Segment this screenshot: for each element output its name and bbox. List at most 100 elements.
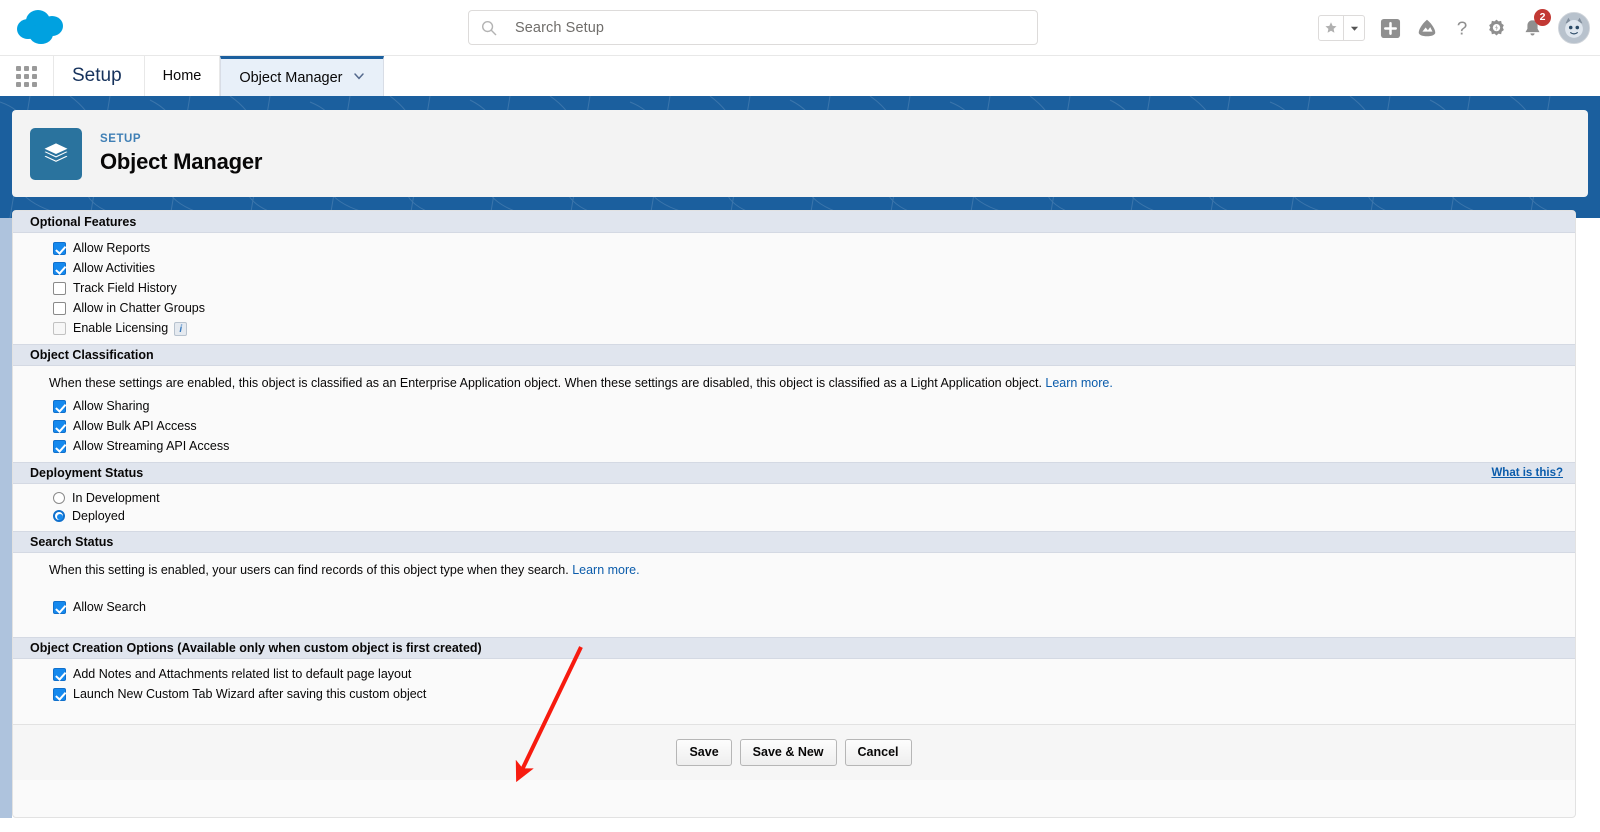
save-and-new-button[interactable]: Save & New [739,739,837,767]
checkbox-allow-reports[interactable] [53,241,66,255]
checkbox-label-allow-bulk-api-access: Allow Bulk API Access [73,419,197,434]
section-header-object-creation-options: Object Creation Options (Available only … [13,637,1575,660]
radio-in-development[interactable] [53,492,65,505]
cancel-button[interactable]: Cancel [844,739,912,767]
checkbox-label-launch-new-custom-tab-wizard: Launch New Custom Tab Wizard after savin… [73,687,427,702]
checkbox-label-allow-activities: Allow Activities [73,261,155,275]
checkbox-allow-bulk-api-access[interactable] [53,419,66,433]
checkbox-allow-sharing[interactable] [53,399,66,413]
section-title-search-status: Search Status [30,535,114,550]
checkbox-label-allow-search: Allow Search [73,600,146,615]
checkbox-track-field-history[interactable] [53,281,66,295]
checkbox-allow-search[interactable] [53,600,66,614]
left-background-strip [0,218,12,832]
checkbox-label-track-field-history: Track Field History [73,281,177,295]
page-title: Object Manager [100,148,263,174]
radio-deployed[interactable] [53,510,65,523]
global-actions-icon[interactable] [1380,18,1401,39]
spacer [13,617,1575,632]
learn-more-link-object-classification[interactable]: Learn more. [1045,376,1112,390]
notification-count-badge: 2 [1534,8,1551,26]
app-launcher-waffle-icon [16,65,37,87]
checkbox-row-launch-new-custom-tab-wizard[interactable]: Launch New Custom Tab Wizard after savin… [13,684,1575,704]
favorites-dropdown-icon[interactable] [1344,16,1364,40]
bottom-background-strip [0,818,1600,832]
favorites-star-icon[interactable] [1319,16,1344,40]
checkbox-allow-activities[interactable] [53,261,66,275]
section-header-object-classification: Object Classification [13,344,1575,366]
section-body-optional-features: Allow Reports Allow Activities Track Fie… [13,233,1575,344]
checkbox-row-add-notes-and-attachments[interactable]: Add Notes and Attachments related list t… [13,664,1575,684]
guidance-center-icon[interactable] [1416,17,1438,39]
tab-object-manager[interactable]: Object Manager [220,56,384,96]
checkbox-row-allow-sharing[interactable]: Allow Sharing [13,396,1575,416]
checkbox-add-notes-and-attachments[interactable] [53,667,66,681]
tab-home[interactable]: Home [145,56,221,96]
section-body-object-classification: When these settings are enabled, this ob… [13,366,1575,463]
save-button[interactable]: Save [676,739,732,767]
notifications-bell-icon[interactable]: 2 [1522,8,1551,39]
setup-tab-list: Home Object Manager [145,56,384,96]
section-header-optional-features: Optional Features [13,211,1575,233]
setup-title: Setup [54,56,145,96]
section-body-object-creation-options: Add Notes and Attachments related list t… [13,659,1575,725]
checkbox-row-track-field-history[interactable]: Track Field History [13,278,1575,298]
radio-label-in-development: In Development [72,491,160,506]
checkbox-row-allow-bulk-api-access[interactable]: Allow Bulk API Access [13,416,1575,436]
radio-label-deployed: Deployed [72,509,125,524]
global-header: Search Setup ? 2 [0,0,1600,56]
user-avatar[interactable] [1558,12,1590,44]
checkbox-row-allow-in-chatter-groups[interactable]: Allow in Chatter Groups [13,298,1575,318]
help-icon[interactable]: ? [1453,17,1471,39]
checkbox-label-allow-reports: Allow Reports [73,241,151,255]
search-setup-container[interactable]: Search Setup [468,10,1038,45]
section-title-object-creation-options: Object Creation Options (Available only … [30,641,482,656]
what-is-this-link[interactable]: What is this? [1491,467,1563,479]
tab-object-manager-label: Object Manager [239,69,343,86]
checkbox-row-allow-activities[interactable]: Allow Activities [13,258,1575,278]
section-header-search-status: Search Status [13,531,1575,554]
salesforce-cloud-logo[interactable] [14,7,76,49]
description-object-classification: When these settings are enabled, this ob… [13,371,1575,396]
app-launcher-button[interactable] [0,56,54,96]
checkbox-label-allow-in-chatter-groups: Allow in Chatter Groups [73,301,206,315]
checkbox-enable-licensing [53,321,66,335]
learn-more-link-search-status[interactable]: Learn more. [572,563,639,577]
setup-nav-bar: Setup Home Object Manager [0,56,1600,96]
description-search-status: When this setting is enabled, your users… [13,558,1575,583]
checkbox-row-enable-licensing: Enable Licensing i [13,318,1575,338]
checkbox-allow-in-chatter-groups[interactable] [53,301,66,315]
checkbox-label-add-notes-and-attachments: Add Notes and Attachments related list t… [73,667,412,682]
search-icon [481,20,497,36]
radio-row-in-development[interactable]: In Development [13,489,1575,507]
radio-row-deployed[interactable]: Deployed [13,507,1575,525]
right-background-strip [1576,218,1600,832]
section-title-optional-features: Optional Features [30,214,137,229]
section-body-search-status: When this setting is enabled, your users… [13,553,1575,638]
chevron-down-icon[interactable] [353,70,365,86]
checkbox-allow-streaming-api-access[interactable] [53,439,66,453]
checkbox-label-allow-sharing: Allow Sharing [73,399,150,414]
checkbox-row-allow-streaming-api-access[interactable]: Allow Streaming API Access [13,436,1575,456]
global-header-actions: ? 2 [1318,0,1590,56]
custom-object-settings-form: Optional Features Allow Reports Allow Ac… [12,210,1576,818]
page-header-eyebrow: SETUP [100,132,142,145]
tab-home-label: Home [162,68,202,84]
section-body-deployment-status: In Development Deployed [13,484,1575,532]
checkbox-row-allow-search[interactable]: Allow Search [13,597,1575,617]
layers-stack-icon [30,127,82,180]
section-title-object-classification: Object Classification [30,348,154,362]
svg-text:?: ? [1457,18,1468,39]
setup-gear-icon[interactable] [1486,18,1507,39]
form-action-bar: Save Save & New Cancel [13,724,1575,781]
info-icon-enable-licensing[interactable]: i [174,322,188,336]
checkbox-label-enable-licensing: Enable Licensing [73,321,169,335]
checkbox-row-allow-reports[interactable]: Allow Reports [13,238,1575,258]
description-text-search-status: When this setting is enabled, your users… [49,563,573,578]
checkbox-launch-new-custom-tab-wizard[interactable] [53,687,66,701]
description-text-object-classification: When these settings are enabled, this ob… [49,376,1046,390]
search-input[interactable]: Search Setup [468,10,1038,45]
favorites-group[interactable] [1318,15,1365,41]
spacer [13,583,1575,598]
section-title-deployment-status: Deployment Status [30,466,144,481]
